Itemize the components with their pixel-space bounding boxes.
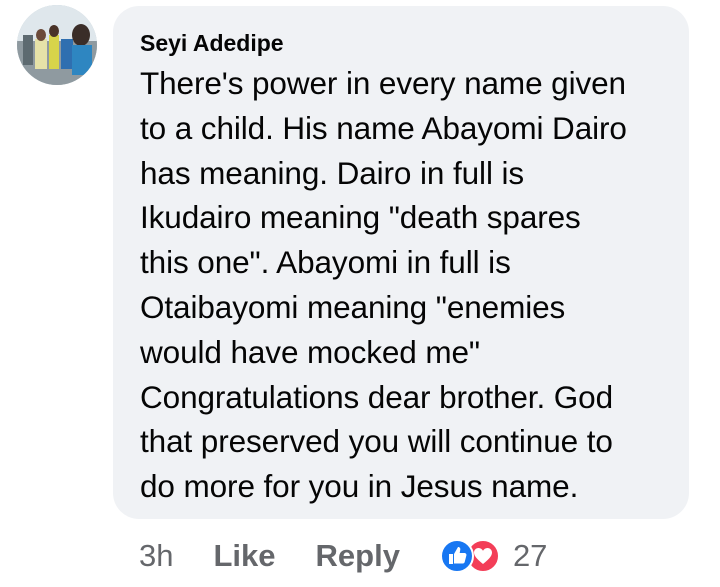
like-button[interactable]: Like: [213, 538, 275, 574]
comment-author[interactable]: Seyi Adedipe: [140, 28, 663, 58]
reply-button[interactable]: Reply: [316, 538, 400, 574]
profile-photo-avatar: [17, 5, 97, 85]
comment-timestamp[interactable]: 3h: [139, 538, 173, 574]
avatar[interactable]: [17, 5, 97, 85]
comment-actions: 3h Like Reply 27: [139, 532, 547, 580]
reaction-icons: [439, 539, 500, 573]
reaction-count: 27: [512, 538, 548, 573]
like-reaction-icon: [439, 539, 474, 573]
comment-text: There's power in every name given to a c…: [140, 65, 627, 505]
comment-bubble: Seyi Adedipe There's power in every name…: [113, 6, 689, 519]
reactions-summary[interactable]: 27: [439, 538, 548, 574]
